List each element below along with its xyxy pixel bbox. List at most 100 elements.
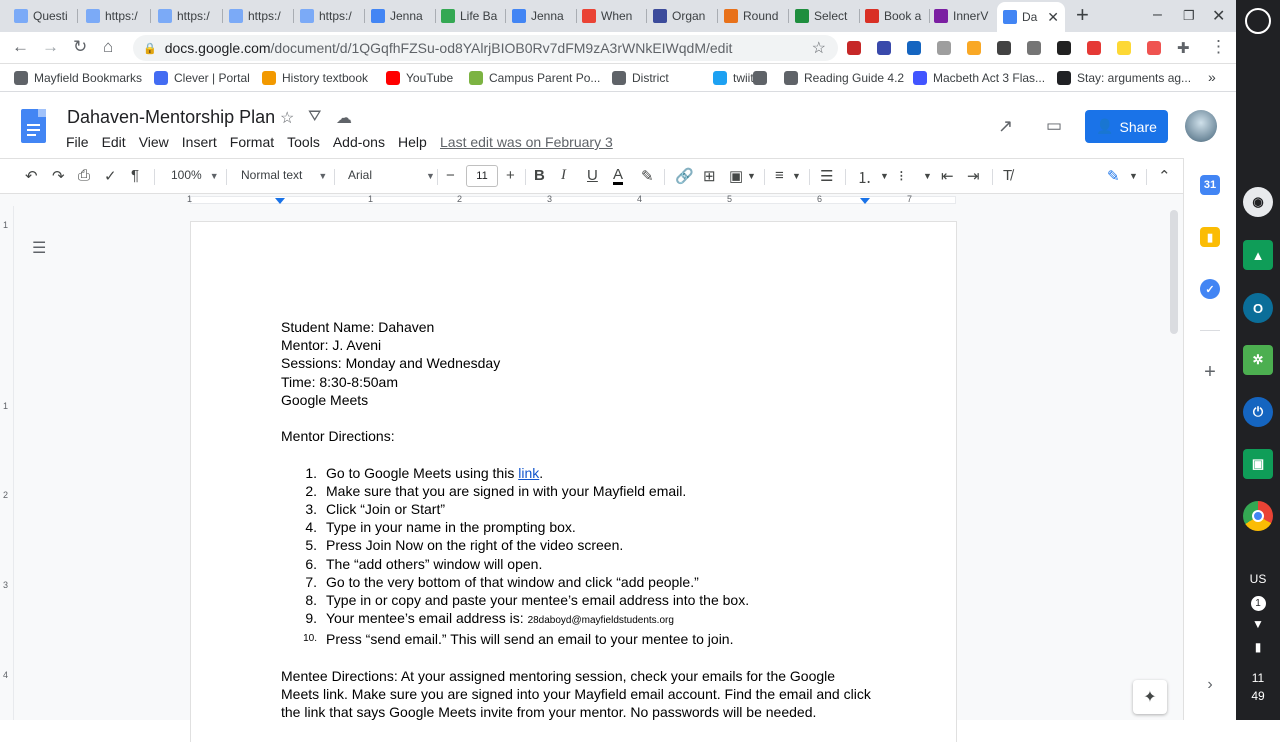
tasks-icon[interactable]: ✓	[1200, 279, 1220, 299]
google-drive-icon[interactable]: ▲	[1243, 240, 1273, 270]
extension-icon[interactable]	[847, 41, 861, 55]
extension-icon[interactable]	[967, 41, 981, 55]
close-window-icon[interactable]: ✕	[1212, 6, 1225, 26]
menu-edit[interactable]: Edit	[102, 134, 126, 150]
browser-tab-active[interactable]: Da ✕	[997, 2, 1065, 32]
browser-tab[interactable]: Round	[718, 4, 789, 28]
text-color-icon[interactable]: A	[613, 167, 624, 185]
move-folder-icon[interactable]: ⛛	[308, 108, 321, 126]
classroom-app-icon[interactable]: ✲	[1243, 345, 1273, 375]
minimize-icon[interactable]: –	[1153, 6, 1162, 24]
vertical-ruler[interactable]: 1 1 2 3 4	[0, 206, 14, 720]
print-icon[interactable]: ⎙	[78, 167, 90, 184]
launcher-icon[interactable]	[1245, 8, 1271, 34]
explore-button[interactable]: ✦	[1133, 680, 1167, 714]
bookmark-item[interactable]: YouTube	[386, 71, 453, 85]
bookmark-item[interactable]: Campus Parent Po...	[469, 71, 600, 85]
redo-icon[interactable]: ↷	[52, 167, 65, 185]
document-page[interactable]: Student Name: Dahaven Mentor: J. Aveni Ses…	[191, 222, 956, 742]
browser-tab[interactable]: Life Ba	[435, 4, 506, 28]
browser-tab[interactable]: https:/	[294, 4, 365, 28]
bulleted-list-icon[interactable]: ⁝	[899, 167, 904, 185]
google-classroom-icon[interactable]: ▣	[1243, 449, 1273, 479]
clock-hour[interactable]: 11	[1236, 671, 1280, 685]
bookmark-item[interactable]: Clever | Portal	[154, 71, 250, 85]
increase-font-size-icon[interactable]: +	[506, 167, 515, 184]
chrome-icon[interactable]	[1243, 501, 1273, 531]
insert-link-icon[interactable]: 🔗	[675, 167, 694, 185]
menu-help[interactable]: Help	[398, 134, 427, 150]
scrollbar[interactable]	[1170, 210, 1178, 334]
calendar-icon[interactable]: 31	[1200, 175, 1220, 195]
extension-icon[interactable]	[907, 41, 921, 55]
browser-tab[interactable]: Select	[789, 4, 860, 28]
chevron-down-icon[interactable]: ▼	[923, 171, 932, 181]
cloud-saved-icon[interactable]: ☁	[336, 108, 352, 128]
outlook-icon[interactable]: O	[1243, 293, 1273, 323]
menu-insert[interactable]: Insert	[182, 134, 217, 150]
underline-icon[interactable]: U	[587, 167, 598, 184]
ime-indicator[interactable]: US	[1236, 572, 1280, 586]
bookmark-item[interactable]: History textbook	[262, 71, 368, 85]
browser-tab[interactable]: InnerV	[928, 4, 999, 28]
line-spacing-icon[interactable]: ☰	[820, 167, 833, 185]
bookmark-item[interactable]: Mayfield Bookmarks	[14, 71, 142, 85]
reload-icon[interactable]: ↻	[73, 37, 87, 57]
menu-file[interactable]: File	[66, 134, 89, 150]
horizontal-ruler[interactable]: 1 1 2 3 4 5 6 7	[0, 194, 1183, 206]
menu-addons[interactable]: Add-ons	[333, 134, 385, 150]
browser-tab[interactable]: https:/	[152, 4, 223, 28]
expand-panel-icon[interactable]: ›	[1200, 675, 1220, 695]
back-icon[interactable]: ←	[12, 37, 29, 57]
extension-icon[interactable]	[997, 41, 1011, 55]
forward-icon[interactable]: →	[42, 37, 59, 57]
chevron-down-icon[interactable]: ▼	[1129, 171, 1138, 181]
italic-icon[interactable]: I	[561, 167, 566, 184]
bookmark-item[interactable]: Stay: arguments ag...	[1057, 71, 1191, 85]
wifi-icon[interactable]: ▼	[1236, 617, 1280, 631]
increase-indent-icon[interactable]: ⇥	[967, 167, 980, 185]
zoom-select[interactable]: 100% ▼	[171, 168, 219, 182]
browser-tab[interactable]: Jenna	[365, 4, 436, 28]
editing-mode-icon[interactable]: ✎	[1107, 167, 1120, 185]
font-size-input[interactable]: 11	[466, 165, 498, 187]
menu-format[interactable]: Format	[230, 134, 274, 150]
browser-tab[interactable]: Organ	[647, 4, 718, 28]
browser-tab[interactable]: Questi	[8, 4, 78, 28]
browser-tab[interactable]: https:/	[80, 4, 151, 28]
menu-view[interactable]: View	[139, 134, 169, 150]
undo-icon[interactable]: ↶	[25, 167, 38, 185]
url-field[interactable]: 🔒 docs.google.com/document/d/1QGqfhFZSu-…	[133, 35, 838, 61]
docs-logo-icon[interactable]	[21, 109, 46, 143]
battery-icon[interactable]: ▮	[1236, 640, 1280, 654]
camera-icon[interactable]: ◉	[1243, 187, 1273, 217]
bookmark-item[interactable]: Macbeth Act 3 Flas...	[913, 71, 1045, 85]
tab-close-icon[interactable]: ✕	[1047, 9, 1059, 26]
numbered-list-icon[interactable]: ⒈	[857, 167, 872, 188]
bold-icon[interactable]: B	[534, 167, 545, 184]
document-body[interactable]: Student Name: Dahaven Mentor: J. Aveni Ses…	[281, 318, 881, 721]
browser-tab[interactable]: Jenna	[506, 4, 577, 28]
extension-icon[interactable]	[1027, 41, 1041, 55]
activity-trend-icon[interactable]: ↗	[998, 116, 1013, 137]
paragraph-style-select[interactable]: Normal text ▼	[241, 168, 327, 182]
last-edit-link[interactable]: Last edit was on February 3	[440, 134, 613, 150]
bookmarks-overflow-icon[interactable]: »	[1208, 69, 1216, 85]
chevron-down-icon[interactable]: ▼	[792, 171, 801, 181]
extension-icon[interactable]	[937, 41, 951, 55]
bookmark-item[interactable]: Reading Guide 4.2	[784, 71, 904, 85]
decrease-font-size-icon[interactable]: −	[446, 167, 455, 184]
right-indent-marker[interactable]	[860, 198, 870, 204]
browser-menu-icon[interactable]: ⋮	[1210, 37, 1227, 57]
clear-formatting-icon[interactable]: T̸	[1003, 167, 1012, 184]
spellcheck-icon[interactable]: ✓	[104, 167, 117, 185]
extension-icon[interactable]	[1087, 41, 1101, 55]
extension-icon[interactable]	[1117, 41, 1131, 55]
insert-image-icon[interactable]: ▣	[729, 167, 743, 185]
align-left-icon[interactable]: ≡	[775, 167, 784, 184]
bookmark-star-icon[interactable]: ☆	[812, 38, 826, 58]
extension-icon[interactable]	[1147, 41, 1161, 55]
add-addon-icon[interactable]: +	[1200, 361, 1220, 383]
menu-tools[interactable]: Tools	[287, 134, 320, 150]
notification-count[interactable]: 1	[1236, 595, 1280, 611]
